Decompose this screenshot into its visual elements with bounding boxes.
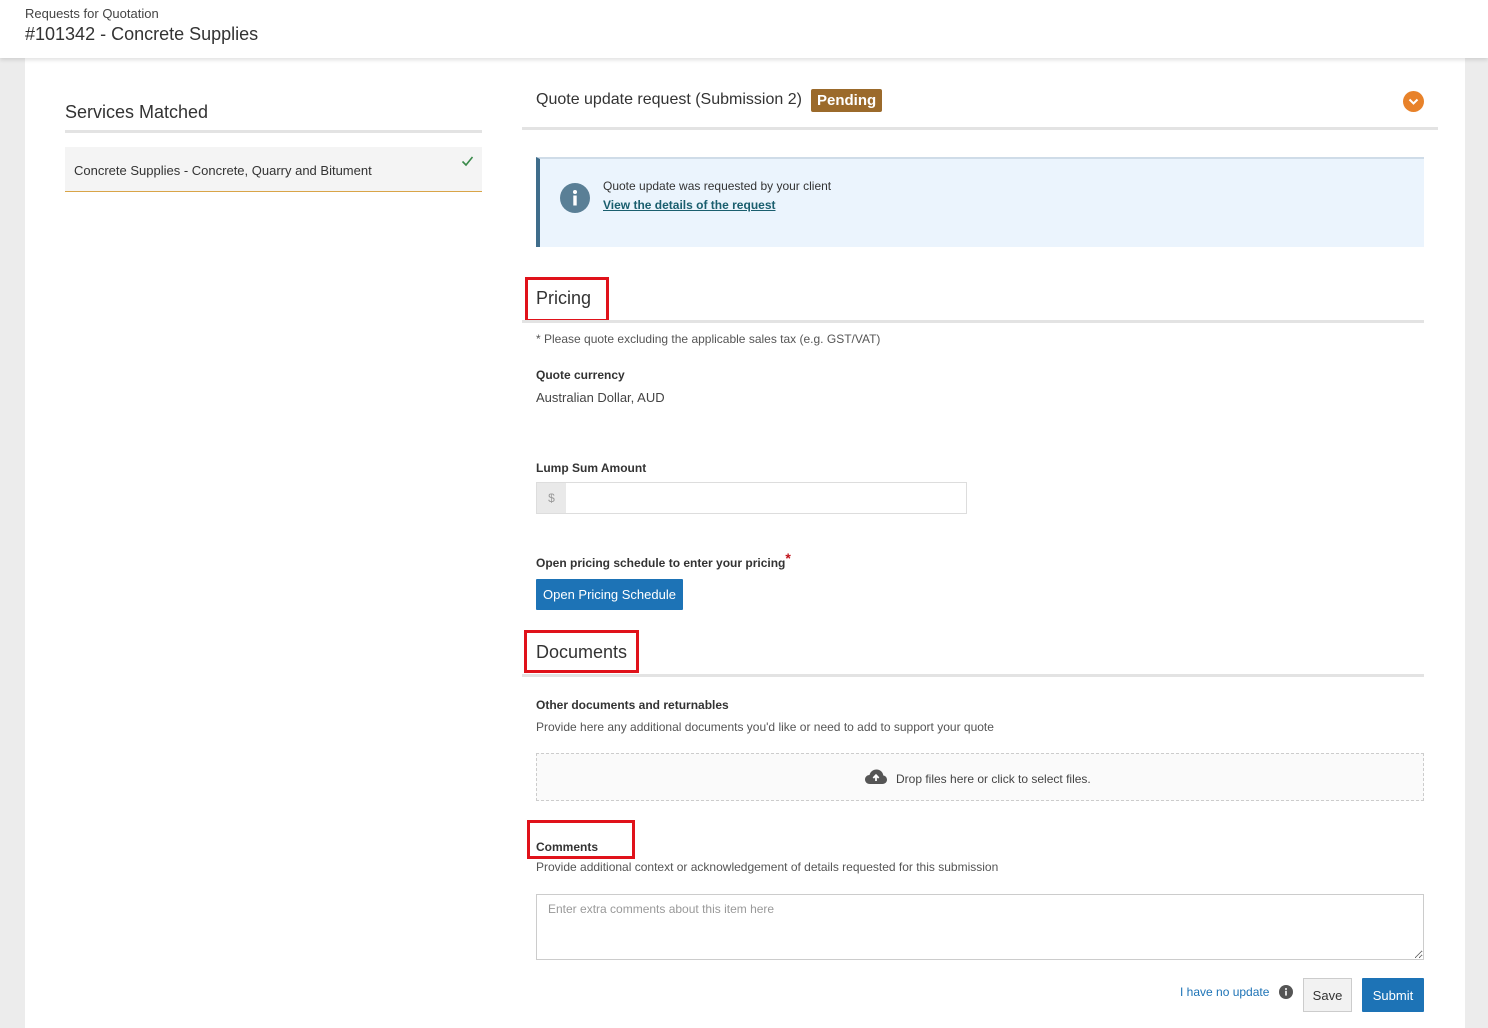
info-text: Quote update was requested by your clien… xyxy=(603,179,832,193)
service-item-label: Concrete Supplies - Concrete, Quarry and… xyxy=(74,163,372,178)
quote-currency-label: Quote currency xyxy=(536,368,625,382)
check-icon xyxy=(461,154,474,172)
highlight-box xyxy=(525,277,609,322)
chevron-down-icon xyxy=(1408,98,1419,105)
divider xyxy=(522,674,1424,677)
info-banner: Quote update was requested by your clien… xyxy=(536,157,1424,247)
divider xyxy=(65,130,482,133)
tax-note: * Please quote excluding the applicable … xyxy=(536,332,881,346)
lump-sum-field: $ xyxy=(536,482,967,514)
other-documents-help: Provide here any additional documents yo… xyxy=(536,720,994,734)
highlight-box xyxy=(524,630,639,673)
comments-textarea[interactable] xyxy=(536,894,1424,960)
pricing-schedule-label: Open pricing schedule to enter your pric… xyxy=(536,550,791,570)
info-icon[interactable] xyxy=(1279,985,1293,1004)
open-pricing-schedule-button[interactable]: Open Pricing Schedule xyxy=(536,579,683,610)
save-button[interactable]: Save xyxy=(1303,978,1352,1012)
submit-button[interactable]: Submit xyxy=(1362,978,1424,1012)
page-title: #101342 - Concrete Supplies xyxy=(25,24,259,44)
dropzone-content: Drop files here or click to select files… xyxy=(864,768,1091,790)
no-update-link[interactable]: I have no update xyxy=(1180,985,1269,999)
main-panel: Services Matched Concrete Supplies - Con… xyxy=(25,58,1465,1028)
collapse-button[interactable] xyxy=(1403,91,1424,112)
view-request-details-link[interactable]: View the details of the request xyxy=(603,198,776,212)
file-dropzone[interactable]: Drop files here or click to select files… xyxy=(536,753,1424,801)
comments-help: Provide additional context or acknowledg… xyxy=(536,860,999,874)
cloud-upload-icon xyxy=(864,768,888,790)
quote-currency-value: Australian Dollar, AUD xyxy=(536,390,665,405)
highlight-box xyxy=(527,820,635,859)
breadcrumb[interactable]: Requests for Quotation xyxy=(25,6,159,21)
pricing-schedule-label-text: Open pricing schedule to enter your pric… xyxy=(536,556,786,570)
submission-title: Quote update request (Submission 2) xyxy=(536,91,802,108)
dropzone-text: Drop files here or click to select files… xyxy=(896,772,1091,786)
services-matched-title: Services Matched xyxy=(65,102,209,122)
status-badge: Pending xyxy=(811,89,883,112)
divider xyxy=(522,320,1424,323)
lump-sum-label: Lump Sum Amount xyxy=(536,461,647,475)
info-icon xyxy=(560,183,590,218)
currency-prefix: $ xyxy=(537,483,566,513)
service-item[interactable]: Concrete Supplies - Concrete, Quarry and… xyxy=(65,147,482,192)
required-marker: * xyxy=(785,550,791,566)
top-header: Requests for Quotation #101342 - Concret… xyxy=(0,0,1488,58)
divider xyxy=(522,127,1438,130)
lump-sum-input[interactable] xyxy=(566,483,966,513)
other-documents-label: Other documents and returnables xyxy=(536,698,729,712)
